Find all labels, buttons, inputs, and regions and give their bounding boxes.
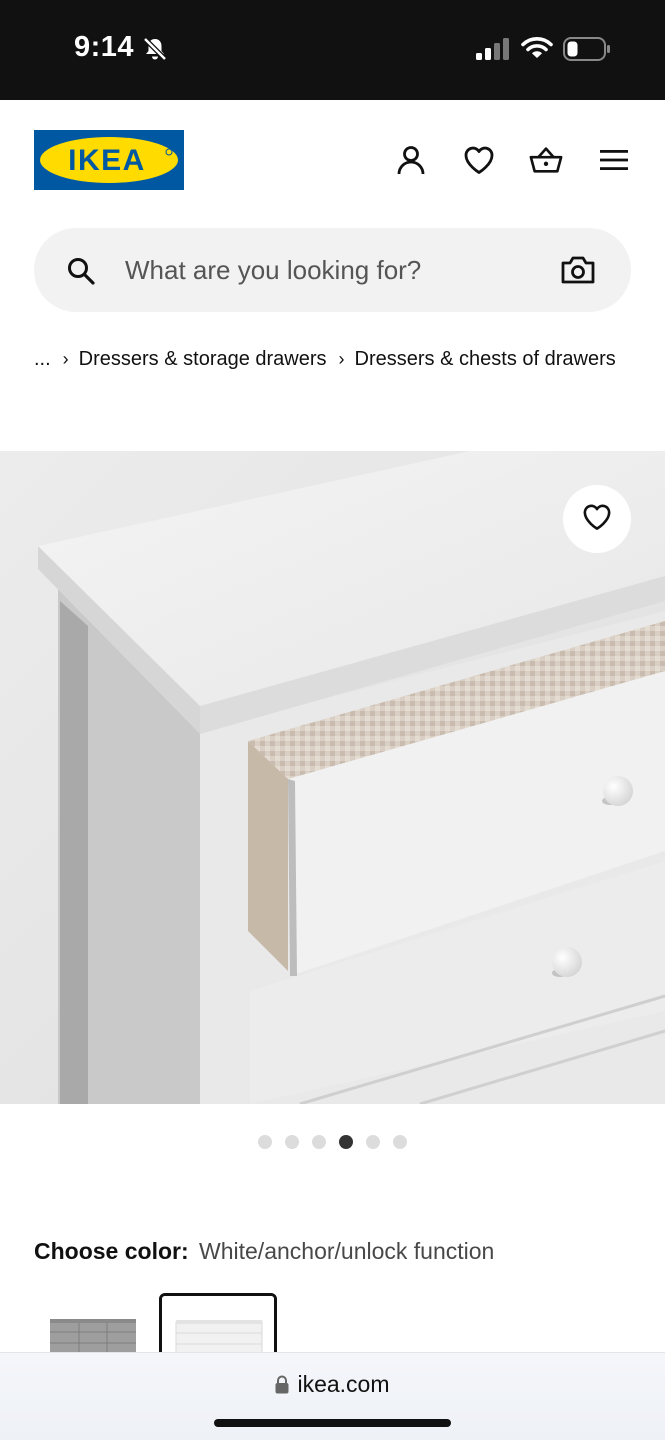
status-bar: 9:14 — [0, 0, 665, 100]
carousel-dot[interactable] — [366, 1135, 380, 1149]
menu-icon[interactable] — [597, 143, 631, 177]
search-placeholder: What are you looking for? — [125, 255, 422, 285]
logo-text: IKEA — [68, 144, 146, 177]
url-display[interactable]: ikea.com — [0, 1371, 665, 1400]
wifi-icon — [521, 36, 553, 65]
breadcrumb-dressers-storage[interactable]: Dressers & storage drawers — [79, 348, 327, 370]
heart-icon — [582, 503, 612, 536]
status-time: 9:14 — [74, 31, 135, 63]
camera-icon[interactable] — [561, 255, 595, 290]
product-image[interactable] — [0, 451, 665, 1104]
search-input[interactable]: What are you looking for? — [34, 228, 631, 312]
carousel-dot[interactable] — [285, 1135, 299, 1149]
carousel-dot-active[interactable] — [339, 1135, 353, 1149]
ikea-logo[interactable]: IKEA — [34, 130, 184, 190]
breadcrumb: ... › Dressers & storage drawers › Dressers … — [34, 342, 634, 377]
home-indicator — [214, 1419, 451, 1427]
carousel-dot[interactable] — [258, 1135, 272, 1149]
color-chooser: Choose color: White/anchor/unlock functi… — [34, 1238, 494, 1265]
chevron-right-icon: › — [62, 349, 69, 369]
carousel-dot[interactable] — [312, 1135, 326, 1149]
carousel-dot[interactable] — [393, 1135, 407, 1149]
heart-icon[interactable] — [462, 143, 496, 177]
signal-icon — [476, 38, 510, 65]
bell-slash-icon — [142, 36, 168, 67]
search-icon — [66, 256, 96, 291]
chevron-right-icon: › — [338, 349, 345, 369]
battery-icon — [563, 37, 611, 66]
url-text: ikea.com — [297, 1371, 390, 1397]
browser-address-bar[interactable]: ikea.com — [0, 1352, 665, 1440]
carousel-dots — [258, 1135, 407, 1149]
color-value: White/anchor/unlock function — [199, 1238, 495, 1264]
breadcrumb-ellipsis[interactable]: ... — [34, 348, 51, 370]
user-icon[interactable] — [394, 143, 428, 177]
favorite-button[interactable] — [563, 485, 631, 553]
breadcrumb-dressers-chests[interactable]: Dressers & chests of drawers — [355, 348, 616, 370]
basket-icon[interactable] — [529, 143, 563, 177]
color-label: Choose color: — [34, 1238, 189, 1264]
lock-icon — [275, 1373, 289, 1400]
